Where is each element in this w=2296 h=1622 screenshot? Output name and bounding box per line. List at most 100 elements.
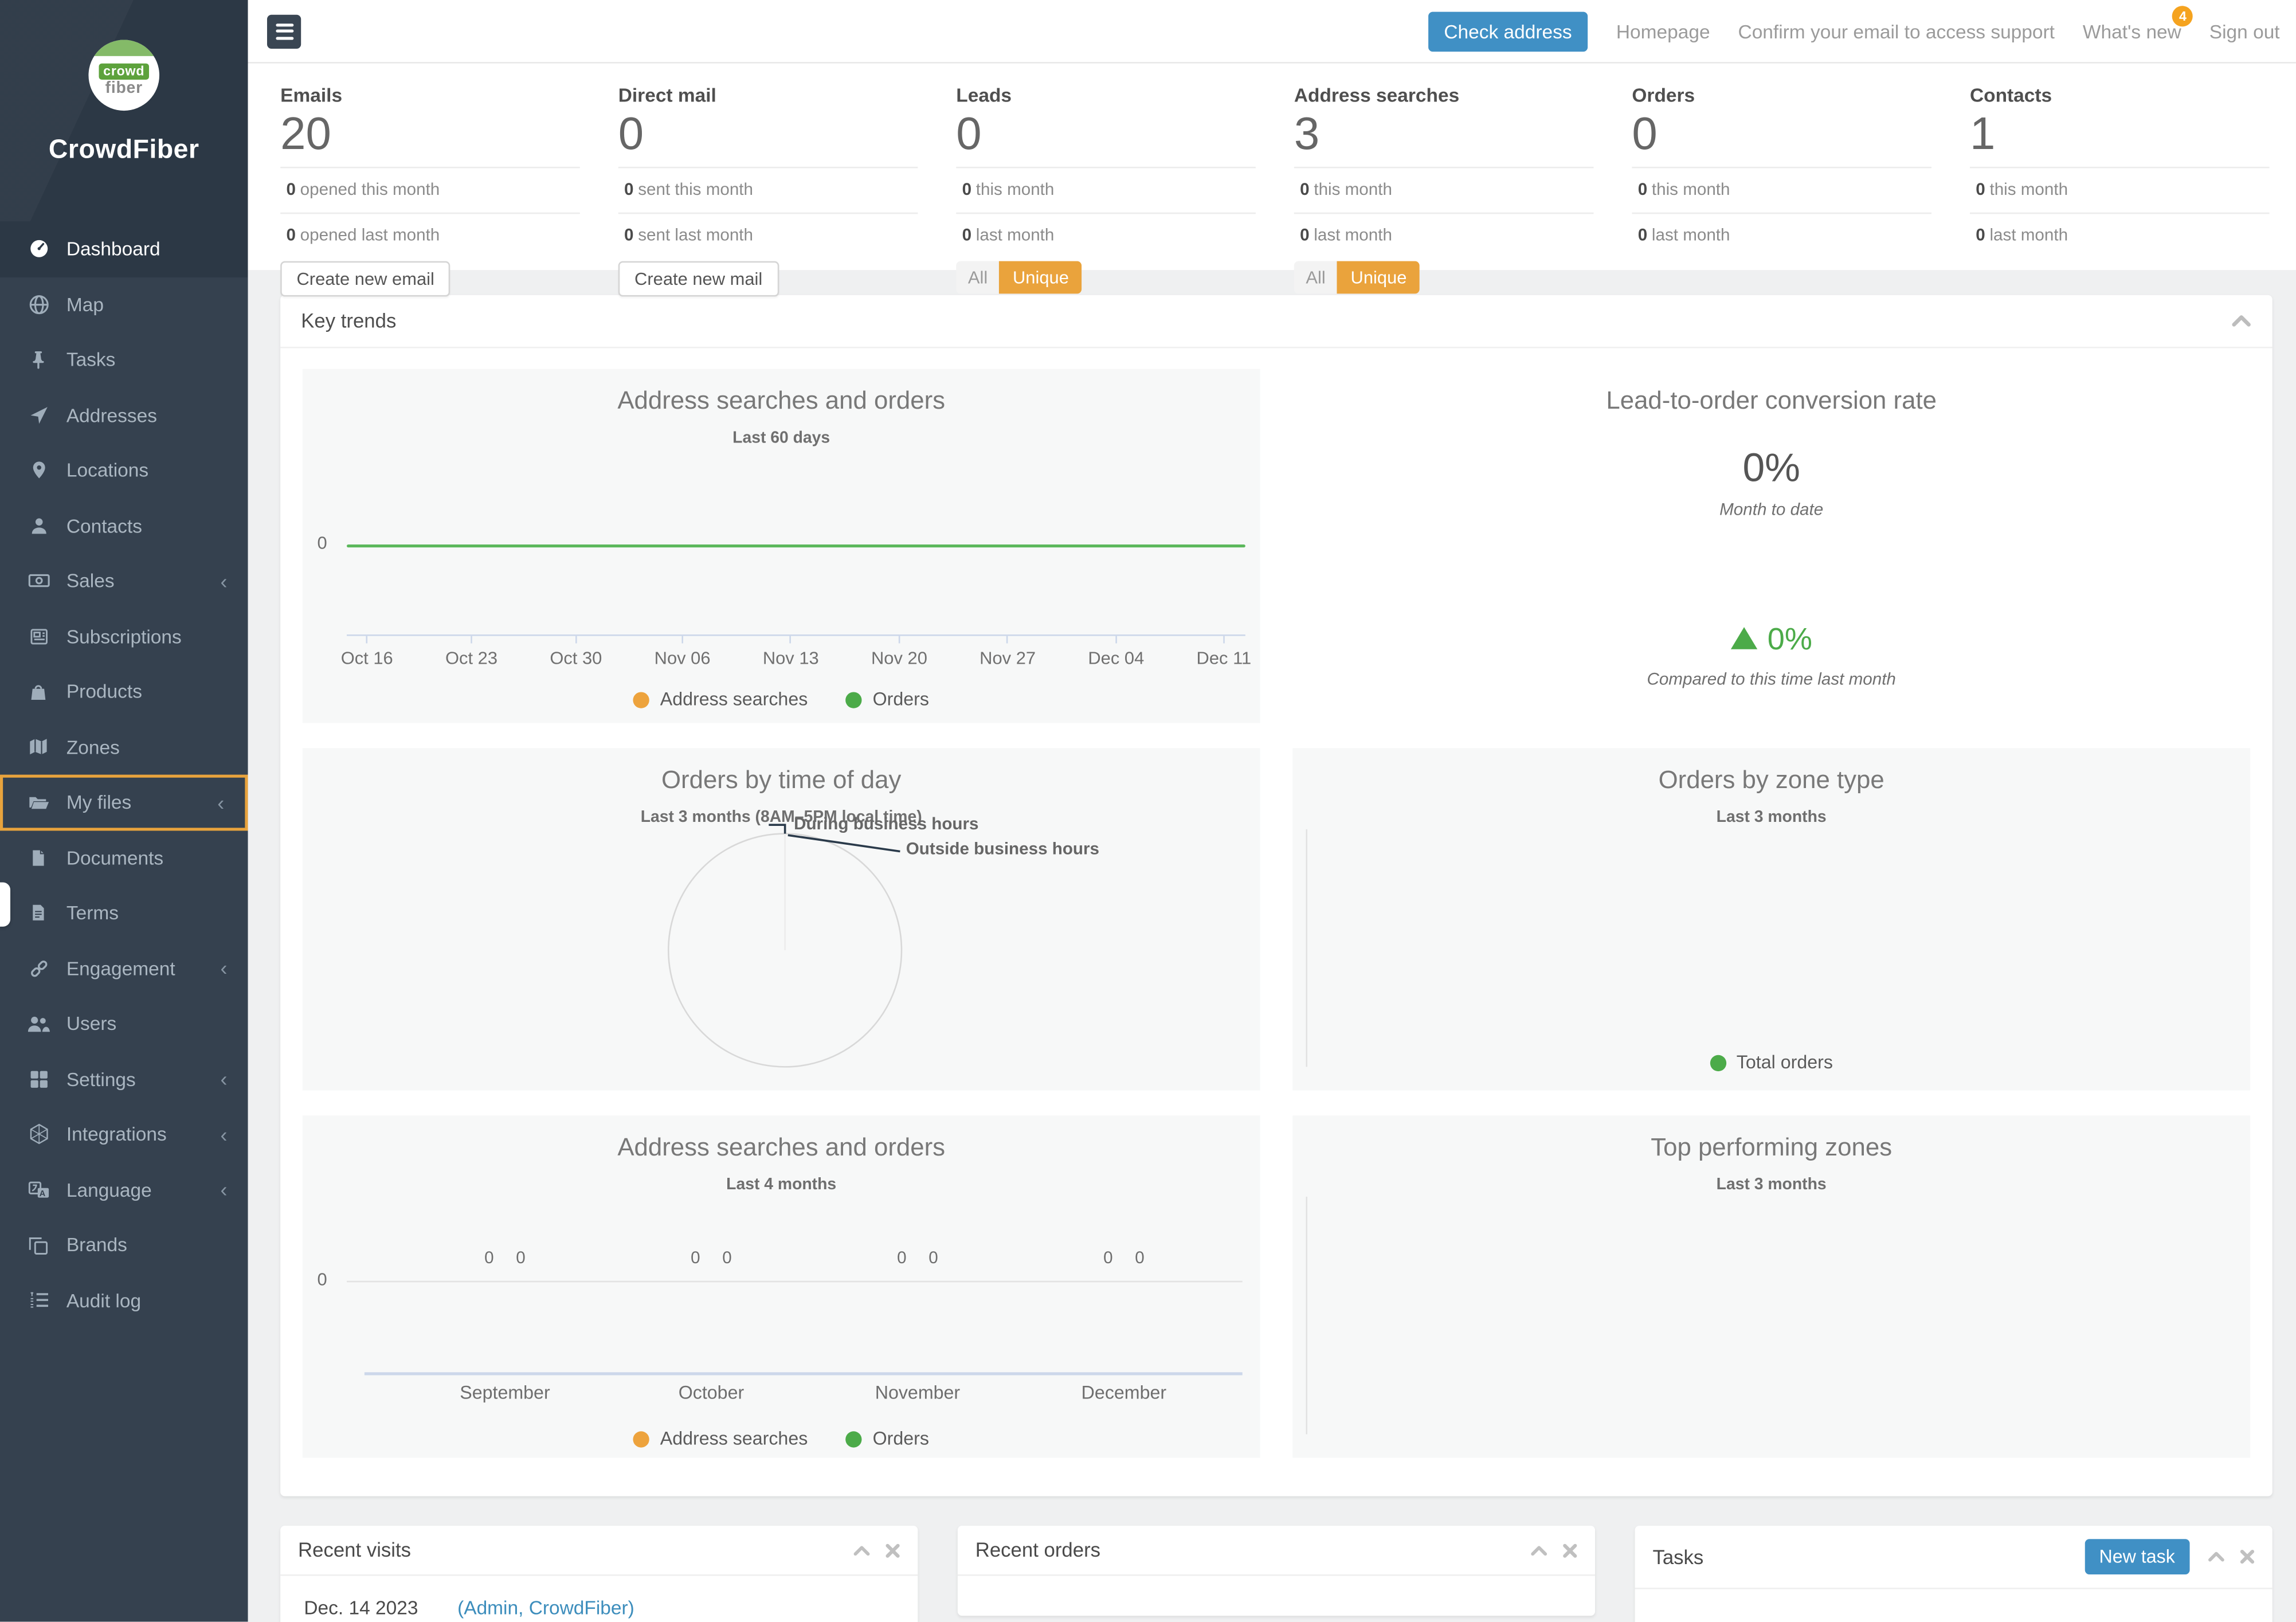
- sidebar-item-subscriptions[interactable]: Subscriptions: [0, 609, 248, 664]
- sidebar-item-tasks[interactable]: Tasks: [0, 332, 248, 387]
- logo-text-crowd: crowd: [99, 62, 149, 79]
- visit-link[interactable]: (Admin, CrowdFiber): [457, 1597, 634, 1619]
- stat-title: Leads: [956, 84, 1256, 107]
- sidebar-item-brands[interactable]: Brands: [0, 1217, 248, 1273]
- bar-value-labels: 0 0 0 0 0 0 0 0: [365, 1250, 1243, 1271]
- sidebar-item-products[interactable]: Products: [0, 664, 248, 720]
- close-icon[interactable]: [2240, 1549, 2255, 1564]
- screen: crowd fiber CrowdFiber Dashboard Map: [0, 0, 2296, 1622]
- sidebar-item-documents[interactable]: Documents: [0, 830, 248, 886]
- brand-name: CrowdFiber: [49, 134, 199, 165]
- y-axis-tick: 0: [318, 1269, 327, 1290]
- toggle-all[interactable]: All: [1294, 261, 1338, 294]
- sidebar-item-label: Map: [66, 293, 104, 316]
- chart-orders-by-time-of-day: Orders by time of day Last 3 months (8AM…: [303, 748, 1260, 1090]
- widgets-row: Recent visits Dec. 14 2023 (Admin, Crowd…: [280, 1526, 2273, 1622]
- logo-text-fiber: fiber: [105, 79, 143, 97]
- sidebar-item-integrations[interactable]: Integrations ‹: [0, 1107, 248, 1162]
- sidebar-toggle-button[interactable]: [267, 14, 301, 48]
- stat-emails: Emails 20 0opened this month 0opened las…: [280, 84, 580, 252]
- sidebar-item-label: Documents: [66, 847, 163, 869]
- sidebar-item-dashboard[interactable]: Dashboard: [0, 221, 248, 277]
- chart-title: Top performing zones: [1292, 1133, 2250, 1162]
- globe-icon: [26, 292, 50, 316]
- language-icon: A: [26, 1178, 50, 1201]
- conversion-caption: Month to date: [1292, 502, 2250, 519]
- key-trends-panel: Key trends Address searches and orders L…: [280, 295, 2273, 1496]
- chart-title: Orders by zone type: [1292, 766, 2250, 795]
- homepage-link[interactable]: Homepage: [1616, 20, 1710, 42]
- create-new-mail-button[interactable]: Create new mail: [618, 261, 779, 297]
- up-triangle-icon: [1730, 627, 1757, 649]
- sidebar-item-label: Dashboard: [66, 238, 160, 260]
- check-address-button[interactable]: Check address: [1428, 11, 1588, 51]
- chart-orders-by-zone-type: Orders by zone type Last 3 months Total …: [1292, 748, 2250, 1090]
- stat-title: Orders: [1632, 84, 1931, 107]
- sidebar-item-label: Audit log: [66, 1289, 141, 1311]
- new-task-button[interactable]: New task: [2085, 1539, 2190, 1574]
- toggle-unique[interactable]: Unique: [1000, 261, 1082, 294]
- chart-title: Address searches and orders: [303, 387, 1260, 416]
- x-axis-labels: September October November December: [365, 1382, 1243, 1406]
- close-icon[interactable]: [886, 1543, 900, 1558]
- sidebar-item-label: Engagement: [66, 957, 175, 980]
- sidebar-item-users[interactable]: Users: [0, 996, 248, 1052]
- sidebar-item-contacts[interactable]: Contacts: [0, 498, 248, 554]
- sidebar-item-map[interactable]: Map: [0, 277, 248, 332]
- chevron-left-icon: ‹: [220, 1180, 227, 1200]
- orders-legend-dot: [846, 691, 862, 707]
- map-icon: [26, 735, 50, 759]
- file-icon: [26, 846, 50, 869]
- pie-chart: [303, 748, 1260, 1090]
- stat-direct-mail: Direct mail 0 0sent this month 0sent las…: [618, 84, 918, 252]
- newspaper-icon: [26, 625, 50, 648]
- chart-address-searches-orders-4mo: Address searches and orders Last 4 month…: [303, 1115, 1260, 1458]
- edge-tab[interactable]: [0, 883, 10, 927]
- collapse-icon[interactable]: [2231, 314, 2252, 327]
- toggle-all[interactable]: All: [956, 261, 1000, 294]
- topbar: Check address Homepage Confirm your emai…: [248, 0, 2296, 64]
- total-orders-legend-dot: [1710, 1054, 1726, 1070]
- sidebar-item-terms[interactable]: Terms: [0, 886, 248, 941]
- sidebar-item-settings[interactable]: Settings ‹: [0, 1051, 248, 1107]
- collapse-icon[interactable]: [2207, 1551, 2225, 1563]
- y-axis-tick: 0: [318, 532, 327, 553]
- toggle-unique[interactable]: Unique: [1337, 261, 1420, 294]
- grid-icon: [26, 1067, 50, 1091]
- sidebar-item-sales[interactable]: Sales ‹: [0, 553, 248, 609]
- create-new-email-button[interactable]: Create new email: [280, 261, 450, 297]
- sidebar-item-locations[interactable]: Locations: [0, 442, 248, 498]
- zero-gridline: [347, 1281, 1243, 1283]
- collapse-icon[interactable]: [853, 1544, 871, 1556]
- crowdfiber-app: crowd fiber CrowdFiber Dashboard Map: [0, 0, 2296, 1621]
- collapse-icon[interactable]: [1530, 1544, 1548, 1556]
- sidebar-item-audit-log[interactable]: Audit log: [0, 1273, 248, 1329]
- sidebar-item-label: Tasks: [66, 348, 116, 371]
- recent-orders-widget: Recent orders: [958, 1526, 1595, 1616]
- confirm-email-link[interactable]: Confirm your email to access support: [1738, 20, 2055, 42]
- recent-visits-body: Dec. 14 2023 (Admin, CrowdFiber) In Jack…: [280, 1576, 918, 1622]
- all-unique-toggle: AllUnique: [1294, 261, 1420, 294]
- sidebar-item-label: Terms: [66, 902, 119, 924]
- stat-value: 3: [1294, 109, 1594, 160]
- folder-open-icon: [26, 790, 50, 814]
- whats-new-link[interactable]: What's new 4: [2083, 20, 2181, 42]
- sidebar-item-engagement[interactable]: Engagement ‹: [0, 941, 248, 996]
- sidebar-item-label: Settings: [66, 1068, 136, 1090]
- chart-address-searches-orders-60d: Address searches and orders Last 60 days…: [303, 369, 1260, 723]
- widget-header: Tasks New task: [1635, 1526, 2273, 1589]
- chevron-left-icon: ‹: [220, 958, 227, 978]
- close-icon[interactable]: [1562, 1543, 1577, 1558]
- sidebar-item-zones[interactable]: Zones: [0, 719, 248, 775]
- sidebar-item-my-files[interactable]: My files ‹: [0, 775, 248, 830]
- user-icon: [26, 514, 50, 538]
- sidebar-item-label: Subscriptions: [66, 625, 182, 648]
- stat-title: Emails: [280, 84, 580, 107]
- sign-out-link[interactable]: Sign out: [2209, 20, 2280, 42]
- y-axis: [1306, 829, 1307, 1067]
- sidebar-item-addresses[interactable]: Addresses: [0, 387, 248, 443]
- chart-lead-to-order-conversion: Lead-to-order conversion rate 0% Month t…: [1292, 369, 2250, 723]
- stat-leads: Leads 0 0this month 0last month AllUniqu…: [956, 84, 1256, 252]
- chart-subtitle: Last 3 months: [1292, 809, 2250, 826]
- sidebar-item-language[interactable]: A Language ‹: [0, 1162, 248, 1217]
